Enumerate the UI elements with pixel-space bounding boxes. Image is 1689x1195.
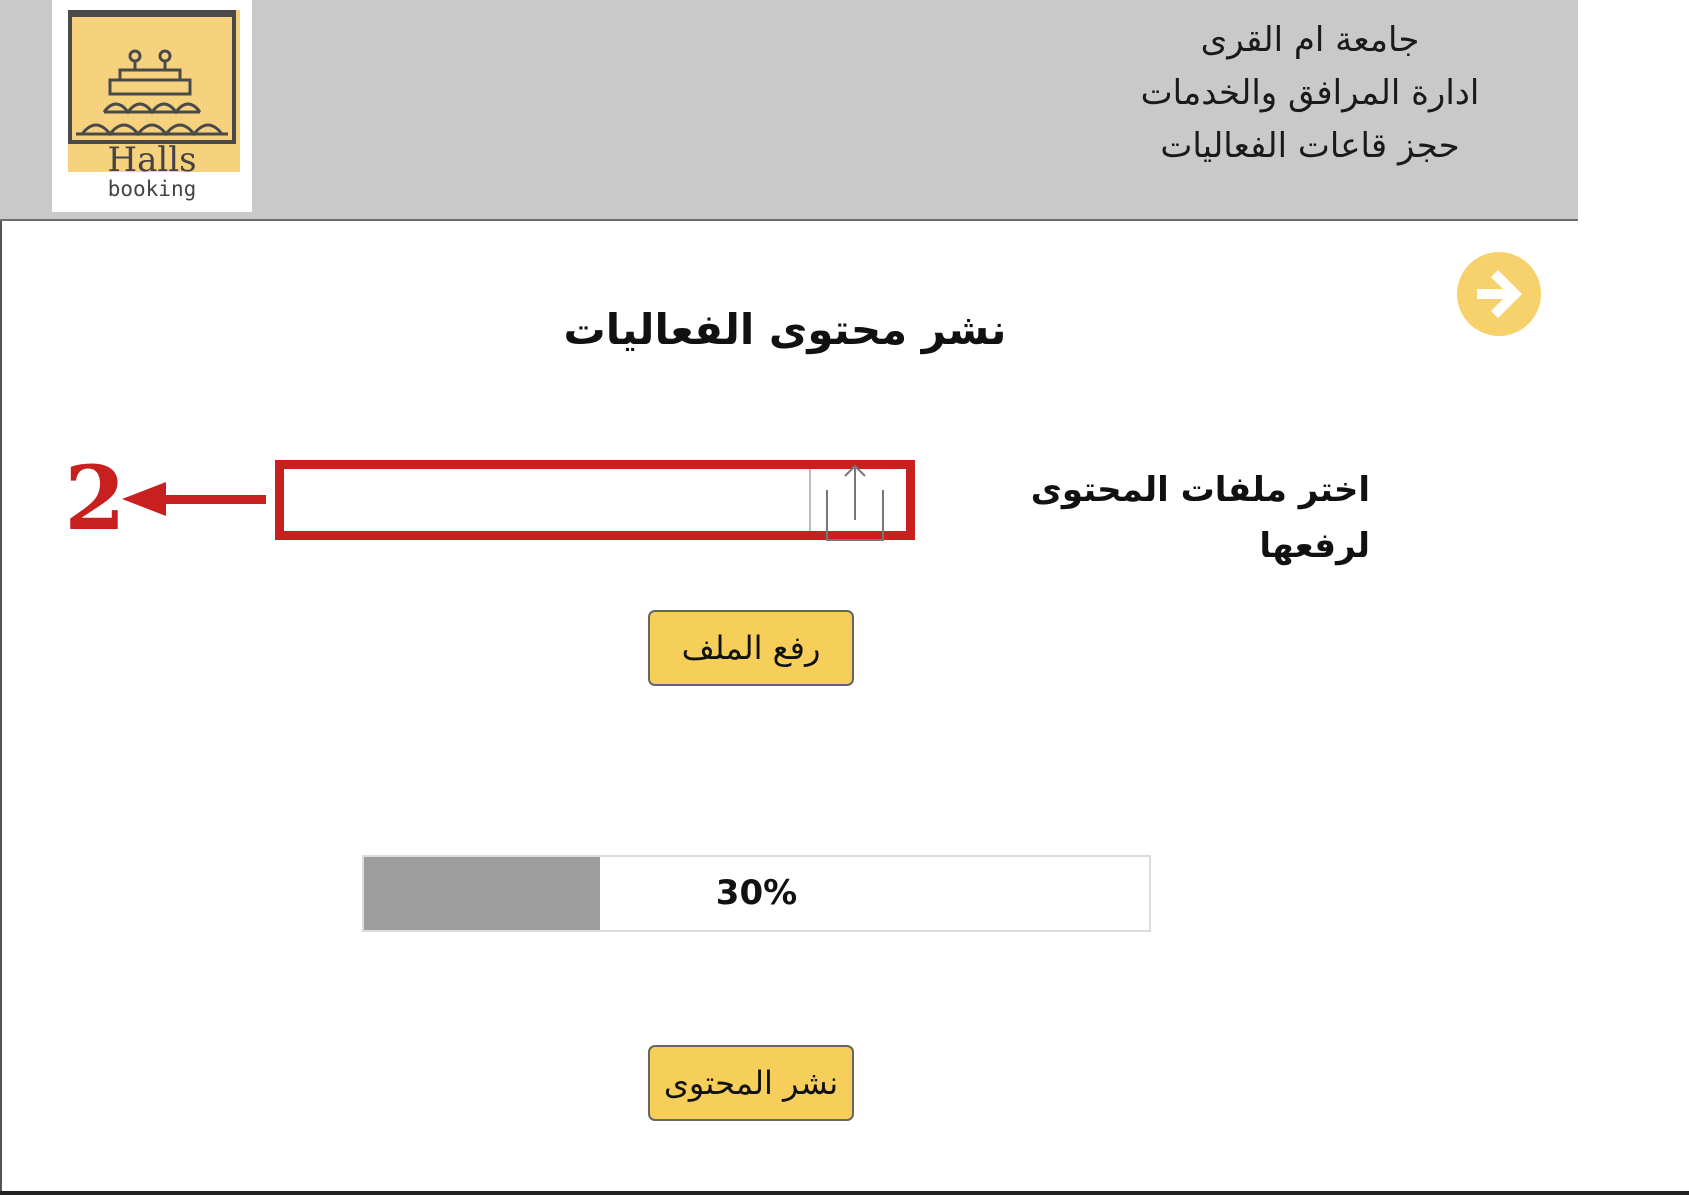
logo-title: Halls [107, 140, 197, 180]
upload-progress-bar: 30% [362, 855, 1151, 932]
system-name: حجز قاعات الفعاليات [1160, 126, 1460, 166]
header-titles: جامعة ام القرى ادارة المرافق والخدمات حج… [1100, 14, 1520, 173]
publish-content-button[interactable]: نشر المحتوى [648, 1045, 854, 1121]
window-bottom-border [0, 1191, 1689, 1195]
page-title: نشر محتوى الفعاليات [563, 305, 1007, 354]
halls-booking-logo: Halls booking [52, 0, 252, 212]
logo-subtitle: booking [107, 177, 197, 201]
annotation-arrow-icon [122, 482, 266, 516]
university-name: جامعة ام القرى [1200, 20, 1420, 60]
app-header: Halls booking جامعة ام القرى ادارة المرا… [0, 0, 1578, 221]
lecture-hall-icon [68, 10, 236, 144]
share-upload-icon[interactable] [817, 464, 893, 548]
upload-file-button[interactable]: رفع الملف [648, 610, 854, 686]
file-input-label: اختر ملفات المحتوى لرفعها [1030, 470, 1370, 566]
file-picker-input[interactable] [275, 460, 915, 541]
progress-label: 30% [715, 873, 798, 913]
department-name: ادارة المرافق والخدمات [1140, 73, 1480, 113]
arrow-circle-right-icon[interactable] [1455, 250, 1543, 338]
